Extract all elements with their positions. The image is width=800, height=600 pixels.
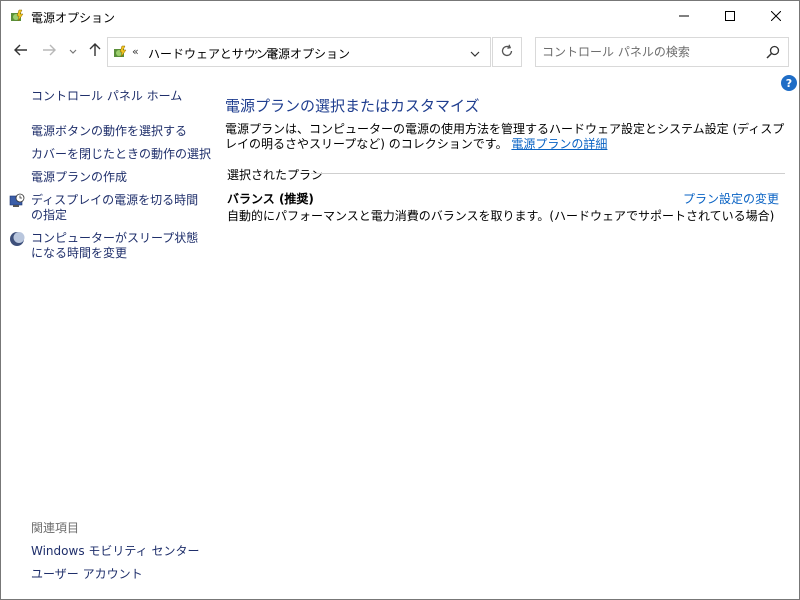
plan-description: 自動的にパフォーマンスと電力消費のバランスを取ります。(ハードウェアでサポートさ… (227, 209, 775, 223)
create-power-plan-link[interactable]: 電源プランの作成 (31, 170, 127, 185)
plan-name: バランス (推奨) (227, 192, 314, 206)
selected-plan-heading: 選択されたプラン (227, 168, 324, 182)
power-button-action-link[interactable]: 電源ボタンの動作を選択する (31, 124, 187, 139)
breadcrumb-overflow[interactable]: « (132, 45, 139, 58)
description-text: 電源プランは、コンピューターの電源の使用方法を管理するハードウェア設定とシステム… (225, 122, 785, 151)
help-button[interactable]: ? (781, 75, 797, 91)
control-panel-home-link[interactable]: コントロール パネル ホーム (31, 89, 182, 104)
page-description: 電源プランは、コンピューターの電源の使用方法を管理するハードウェア設定とシステム… (225, 122, 785, 152)
display-clock-icon (9, 193, 25, 209)
breadcrumb-hardware-sound[interactable]: ハードウェアとサウンド (148, 45, 280, 62)
breadcrumb-power-options[interactable]: 電源オプション (266, 45, 350, 62)
user-accounts-link[interactable]: ユーザー アカウント (31, 565, 143, 582)
page-title: 電源プランの選択またはカスタマイズ (225, 97, 480, 115)
back-button[interactable] (11, 41, 31, 61)
chevron-down-icon (69, 44, 77, 58)
up-button[interactable] (85, 41, 105, 61)
divider (311, 173, 785, 174)
close-button[interactable] (753, 1, 799, 31)
chevron-down-icon (470, 46, 480, 60)
power-options-icon (112, 44, 128, 60)
arrow-left-icon (14, 44, 28, 59)
window: 電源オプション « ハードウェアとサウンド › 電源オプション コントロール パ… (0, 0, 800, 600)
title-bar: 電源オプション (1, 1, 799, 31)
related-items-heading: 関連項目 (31, 521, 80, 535)
power-options-icon (9, 8, 25, 24)
breadcrumb-separator[interactable]: › (254, 45, 258, 58)
navigation-bar: « ハードウェアとサウンド › 電源オプション (1, 35, 799, 69)
window-title: 電源オプション (31, 11, 116, 25)
recent-locations-button[interactable] (63, 41, 83, 61)
arrow-right-icon (42, 44, 56, 59)
refresh-button[interactable] (492, 37, 522, 67)
search-icon[interactable] (766, 45, 782, 61)
sleep-time-link[interactable]: コンピューターがスリープ状態になる時間を変更 (31, 231, 201, 261)
search-box[interactable] (535, 37, 789, 67)
lid-close-action-link[interactable]: カバーを閉じたときの動作の選択 (31, 147, 211, 162)
forward-button[interactable] (39, 41, 59, 61)
minimize-button[interactable] (661, 1, 707, 31)
power-plan-details-link[interactable]: 電源プランの詳細 (511, 137, 607, 151)
arrow-up-icon (89, 42, 101, 60)
search-input[interactable] (542, 43, 762, 61)
display-off-time-link[interactable]: ディスプレイの電源を切る時間の指定 (31, 193, 201, 223)
change-plan-settings-link[interactable]: プラン設定の変更 (683, 190, 779, 207)
refresh-icon (500, 44, 514, 61)
moon-icon (9, 231, 25, 247)
maximize-button[interactable] (707, 1, 753, 31)
mobility-center-link[interactable]: Windows モビリティ センター (31, 542, 199, 559)
address-bar[interactable]: « ハードウェアとサウンド › 電源オプション (107, 37, 491, 67)
address-dropdown-button[interactable] (466, 44, 484, 62)
